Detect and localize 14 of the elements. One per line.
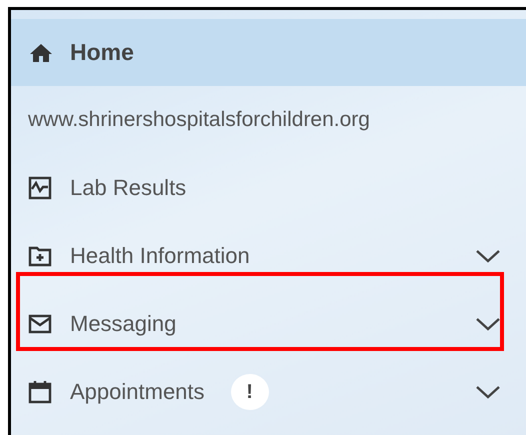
menu-item[interactable]: Health Information xyxy=(11,222,526,290)
chevron-down-icon xyxy=(475,316,501,332)
website-link[interactable]: www.shrinershospitalsforchildren.org xyxy=(11,86,526,154)
home-icon xyxy=(30,42,52,62)
envelope-icon xyxy=(28,312,52,336)
chevron-down-icon xyxy=(475,384,501,400)
folder-plus-icon xyxy=(28,244,52,268)
alert-badge: ! xyxy=(230,374,269,410)
menu-item[interactable]: Appointments ! xyxy=(11,358,526,426)
menu-item[interactable]: Lab Results xyxy=(11,154,526,222)
home-menu-item[interactable]: Home xyxy=(11,19,526,86)
calendar-icon xyxy=(28,380,52,404)
chart-icon xyxy=(28,176,52,200)
chevron-down-icon xyxy=(475,248,501,264)
